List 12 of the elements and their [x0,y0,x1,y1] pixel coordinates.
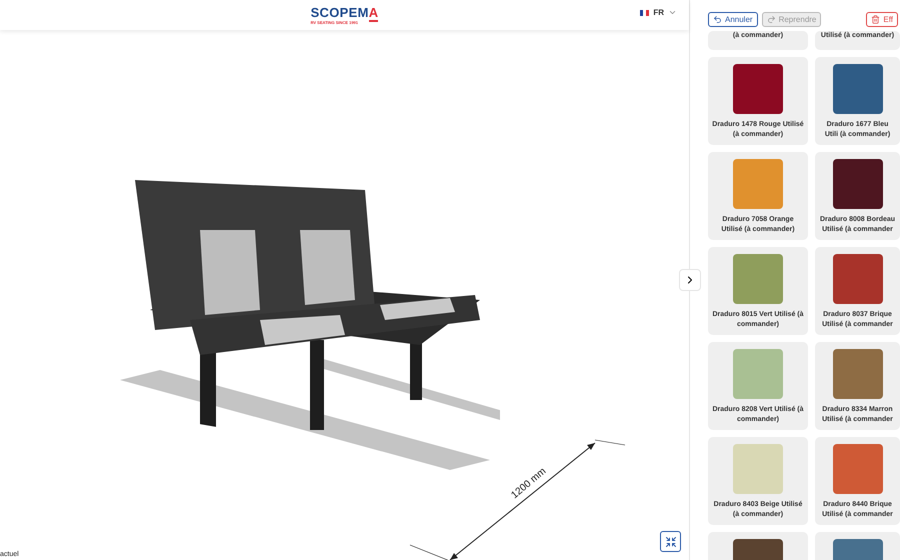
redo-icon [766,15,776,24]
flag-icon [640,10,650,16]
undo-button[interactable]: Annuler [708,12,758,27]
chevron-down-icon [668,8,677,17]
undo-icon [713,15,722,24]
brand-logo: SCOPEMA [310,5,378,20]
collapse-view-button[interactable] [660,531,681,552]
shrink-icon [664,536,676,548]
delete-button[interactable]: Eff [866,12,898,27]
language-selector[interactable]: FR [640,8,677,17]
panel-toggle-button[interactable] [679,269,701,291]
delete-icon [871,15,880,24]
